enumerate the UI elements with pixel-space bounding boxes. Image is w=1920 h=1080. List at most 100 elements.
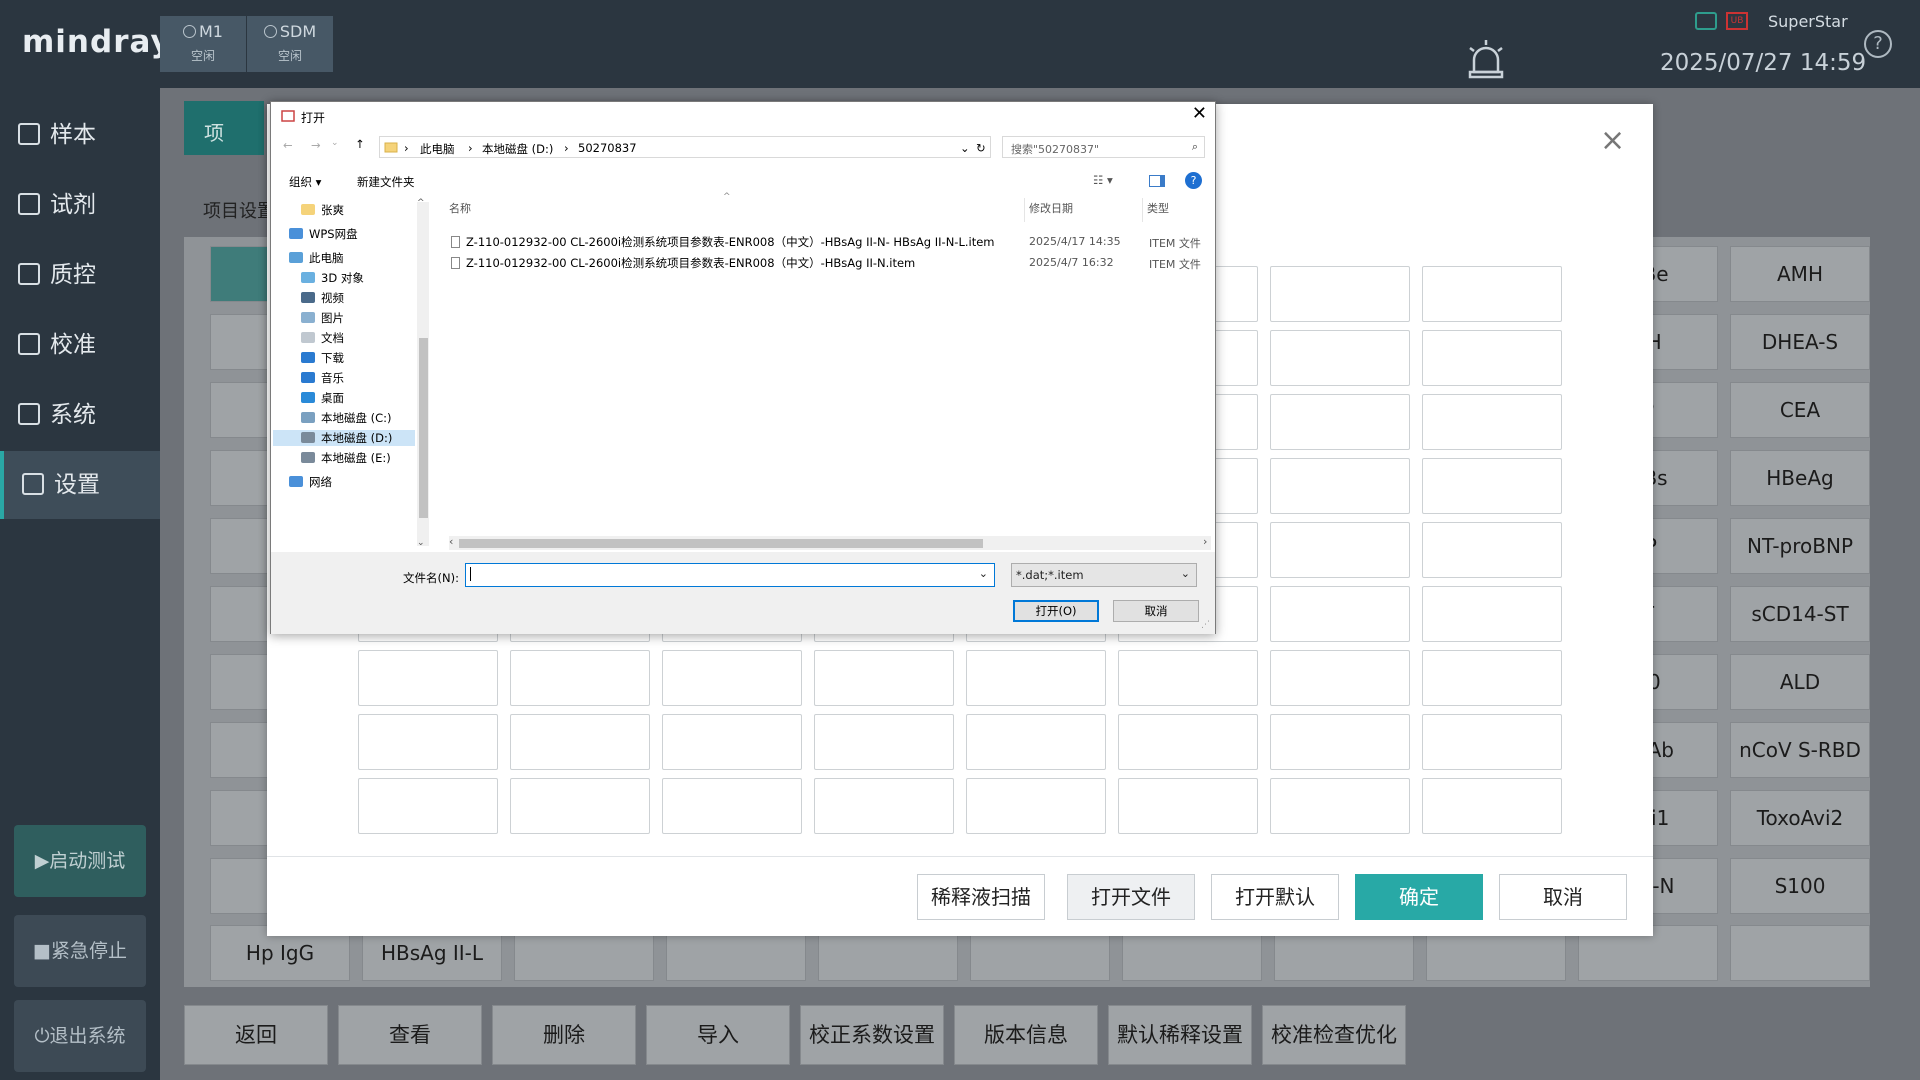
up-icon[interactable]: ↑ (355, 137, 365, 151)
project-slot[interactable] (1118, 778, 1258, 834)
tree-item[interactable]: 本地磁盘 (D:) (273, 430, 415, 446)
bottom-button[interactable]: 查看 (338, 1005, 482, 1065)
chevron-down-icon[interactable]: ⌄ (960, 141, 970, 155)
bottom-button[interactable]: 删除 (492, 1005, 636, 1065)
bottom-button[interactable]: 校正系数设置 (800, 1005, 944, 1065)
cancel-button[interactable]: 取消 (1499, 874, 1627, 920)
tree-item[interactable]: 张爽 (301, 202, 344, 218)
file-row[interactable]: Z-110-012932-00 CL-2600i检测系统项目参数表-ENR008… (451, 255, 915, 271)
sidebar-item-reagent[interactable]: 试剂 (0, 171, 160, 239)
project-item[interactable]: S100 (1730, 858, 1870, 914)
bottom-button[interactable]: 默认稀释设置 (1108, 1005, 1252, 1065)
project-slot[interactable] (814, 650, 954, 706)
project-slot[interactable] (358, 714, 498, 770)
project-slot[interactable] (662, 714, 802, 770)
filetype-select[interactable]: *.dat;*.item ⌄ (1011, 563, 1197, 587)
forward-icon[interactable]: → (311, 138, 321, 152)
open-file-button[interactable]: 打开文件 (1067, 874, 1195, 920)
scroll-up-icon[interactable]: ^ (417, 198, 425, 208)
project-slot[interactable] (1270, 266, 1410, 322)
file-list-scroll-thumb[interactable] (459, 539, 983, 548)
column-name[interactable]: 名称 (449, 200, 471, 216)
tree-item[interactable]: 音乐 (301, 370, 344, 386)
project-slot[interactable] (1422, 778, 1562, 834)
filename-input[interactable]: ⌄ (465, 563, 995, 587)
sidebar-item-qc[interactable]: 质控 (0, 241, 160, 309)
project-slot[interactable] (1118, 650, 1258, 706)
module-m1[interactable]: M1 空闲 (160, 16, 246, 72)
tree-scroll-thumb[interactable] (419, 338, 428, 518)
project-item[interactable]: sCD14-ST (1730, 586, 1870, 642)
project-slot[interactable] (1422, 266, 1562, 322)
project-slot[interactable] (1422, 586, 1562, 642)
scroll-left-icon[interactable]: ‹ (449, 535, 453, 548)
tree-item[interactable]: 桌面 (301, 390, 344, 406)
sidebar-item-settings[interactable]: 设置 (0, 451, 160, 519)
alarm-icon[interactable] (1466, 38, 1506, 80)
project-slot[interactable] (510, 714, 650, 770)
project-item[interactable]: AMH (1730, 246, 1870, 302)
project-slot[interactable] (1118, 714, 1258, 770)
breadcrumb-item[interactable]: 本地磁盘 (D:) (482, 141, 553, 157)
project-slot[interactable] (966, 650, 1106, 706)
preview-pane-icon[interactable] (1149, 175, 1165, 187)
project-slot[interactable] (358, 778, 498, 834)
bottom-button[interactable]: 版本信息 (954, 1005, 1098, 1065)
project-slot[interactable] (1270, 330, 1410, 386)
project-slot[interactable] (1422, 650, 1562, 706)
view-options-icon[interactable]: ☷ ▾ (1093, 173, 1113, 187)
tree-item[interactable]: 图片 (301, 310, 344, 326)
project-item[interactable]: CEA (1730, 382, 1870, 438)
tree-item[interactable]: 文档 (301, 330, 344, 346)
project-slot[interactable] (1270, 522, 1410, 578)
project-slot[interactable] (814, 778, 954, 834)
project-slot[interactable] (1422, 714, 1562, 770)
breadcrumb-item[interactable]: 此电脑 (420, 141, 455, 157)
sidebar-item-calibration[interactable]: 校准 (0, 311, 160, 379)
organize-menu[interactable]: 组织 ▾ (289, 174, 321, 190)
bottom-button[interactable]: 导入 (646, 1005, 790, 1065)
confirm-button[interactable]: 确定 (1355, 874, 1483, 920)
project-slot[interactable] (510, 778, 650, 834)
printer-icon[interactable] (1695, 12, 1717, 30)
tree-item[interactable]: 网络 (289, 474, 332, 490)
breadcrumb-item[interactable]: 50270837 (578, 141, 637, 155)
close-icon[interactable]: ✕ (1192, 103, 1207, 124)
project-slot[interactable] (1422, 522, 1562, 578)
tree-item[interactable]: WPS网盘 (289, 226, 358, 242)
help-icon[interactable]: ? (1185, 172, 1202, 189)
project-item[interactable] (1730, 925, 1870, 981)
open-default-button[interactable]: 打开默认 (1211, 874, 1339, 920)
start-test-button[interactable]: ▶启动测试 (14, 825, 146, 897)
project-slot[interactable] (1270, 458, 1410, 514)
project-slot[interactable] (966, 714, 1106, 770)
project-slot[interactable] (1270, 650, 1410, 706)
tree-item[interactable]: 3D 对象 (301, 270, 364, 286)
sidebar-item-sample[interactable]: 样本 (0, 101, 160, 169)
recent-dropdown-icon[interactable]: ⌄ (331, 138, 339, 148)
project-slot[interactable] (1270, 714, 1410, 770)
file-row[interactable]: Z-110-012932-00 CL-2600i检测系统项目参数表-ENR008… (451, 234, 995, 250)
close-icon[interactable]: × (1600, 123, 1625, 158)
project-slot[interactable] (814, 714, 954, 770)
tab-project[interactable]: 项 (184, 101, 264, 155)
help-icon[interactable]: ? (1864, 30, 1892, 58)
tree-item[interactable]: 下载 (301, 350, 344, 366)
project-slot[interactable] (966, 778, 1106, 834)
project-slot[interactable] (1422, 330, 1562, 386)
project-slot[interactable] (1270, 394, 1410, 450)
project-item[interactable]: ALD (1730, 654, 1870, 710)
bottom-button[interactable]: 返回 (184, 1005, 328, 1065)
new-folder-button[interactable]: 新建文件夹 (357, 174, 415, 190)
tree-item[interactable]: 本地磁盘 (E:) (301, 450, 391, 466)
exit-system-button[interactable]: ⏻退出系统 (14, 1000, 146, 1072)
emergency-stop-button[interactable]: ■紧急停止 (14, 915, 146, 987)
sidebar-item-system[interactable]: 系统 (0, 381, 160, 449)
search-input[interactable]: 搜索"50270837" ⌕ (1002, 136, 1205, 158)
project-slot[interactable] (1270, 778, 1410, 834)
scroll-right-icon[interactable]: › (1203, 535, 1207, 548)
cancel-button[interactable]: 取消 (1113, 600, 1199, 622)
project-item[interactable]: ToxoAvi2 (1730, 790, 1870, 846)
refresh-icon[interactable]: ↻ (976, 141, 986, 155)
back-icon[interactable]: ← (283, 138, 293, 152)
